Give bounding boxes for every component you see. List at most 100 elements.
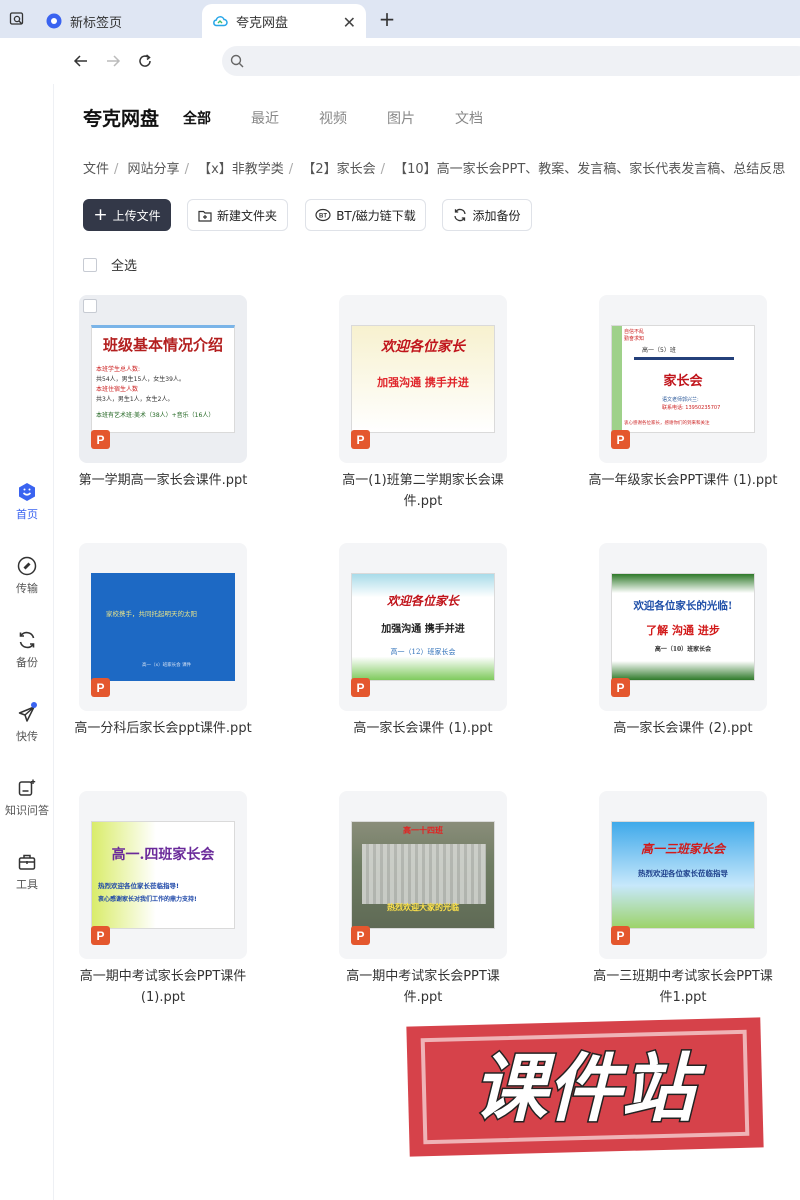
tab-documents[interactable]: 文档 [455, 108, 483, 128]
file-card[interactable]: 欢迎各位家长 加强沟通 携手并进 P [339, 295, 507, 463]
tab-all[interactable]: 全部 [183, 108, 211, 128]
svg-text:课件站: 课件站 [473, 1046, 706, 1132]
file-thumbnail: 高一.四班家长会 热烈欢迎各位家长莅临指导! 衷心感谢家长对我们工作的鼎力支持! [91, 821, 235, 929]
tab-label: 夸克网盘 [236, 15, 289, 31]
tab-recent[interactable]: 最近 [251, 108, 279, 128]
file-card[interactable]: 欢迎各位家长 加强沟通 携手并进 高一（12）班家长会 P [339, 543, 507, 711]
file-thumbnail: 欢迎各位家长的光临! 了解 沟通 进步 高一（10）班家长会 [611, 573, 755, 681]
tab-search-icon [9, 12, 24, 25]
file-thumbnail: 高一十四班 热烈欢迎大家的光临 [351, 821, 495, 929]
rail-label: 快传 [16, 730, 38, 743]
rail-item-transfer[interactable]: 传输 [0, 556, 54, 596]
ppt-file-icon: P [351, 678, 370, 697]
rail-item-quick-send[interactable]: 快传 [0, 702, 54, 744]
ppt-file-icon: P [91, 430, 110, 449]
rail-label: 工具 [16, 878, 38, 891]
tab-search-button[interactable] [4, 6, 30, 32]
search-icon [230, 54, 244, 68]
forward-button[interactable] [102, 50, 124, 72]
breadcrumb-current: 【10】高一家长会PPT、教案、发言稿、家长代表发言稿、总结反思 [394, 162, 786, 177]
breadcrumb-item[interactable]: 文件 [83, 162, 109, 177]
breadcrumb-item[interactable]: 【x】非教学类 [198, 162, 284, 177]
address-bar [0, 38, 800, 84]
select-all-checkbox[interactable] [83, 257, 97, 272]
bt-icon: BT [315, 208, 331, 222]
file-thumbnail: 欢迎各位家长 加强沟通 携手并进 [351, 325, 495, 433]
file-card[interactable]: 班级基本情况介绍 本班学生总人数: 共54人，男生15人，女生39人。 本班住宿… [79, 295, 247, 463]
file-name[interactable]: 高一期中考试家长会PPT课件.ppt [328, 966, 518, 1008]
upload-button[interactable]: + 上传文件 [83, 199, 171, 231]
file-card[interactable]: 高一.四班家长会 热烈欢迎各位家长莅临指导! 衷心感谢家长对我们工作的鼎力支持!… [79, 791, 247, 959]
close-icon[interactable]: ✕ [343, 13, 356, 32]
rail-item-home[interactable]: 首页 [0, 482, 54, 522]
file-name[interactable]: 高一(1)班第二学期家长会课件.ppt [328, 470, 518, 512]
file-card[interactable]: 家校携手，共同托起明天的太阳 高一（x）班家长会 课件 P [79, 543, 247, 711]
rail-label: 备份 [16, 656, 38, 669]
notification-dot [31, 702, 37, 708]
cloud-icon [212, 13, 228, 29]
select-all[interactable]: 全选 [83, 255, 137, 274]
ppt-file-icon: P [611, 678, 630, 697]
breadcrumb-item[interactable]: 网站分享 [128, 162, 180, 177]
rail-label: 知识问答 [5, 804, 49, 817]
ppt-file-icon: P [91, 678, 110, 697]
ppt-file-icon: P [611, 926, 630, 945]
file-name[interactable]: 高一期中考试家长会PPT课件 (1).ppt [68, 966, 258, 1008]
rail-item-tools[interactable]: 工具 [0, 852, 54, 892]
file-checkbox[interactable] [83, 299, 97, 313]
select-all-label: 全选 [111, 259, 138, 274]
reload-button[interactable] [134, 50, 156, 72]
bt-download-button[interactable]: BT BT/磁力链下载 [305, 199, 426, 231]
plus-icon: + [93, 204, 108, 225]
breadcrumb: 文件 / 网站分享 / 【x】非教学类 / 【2】家长会 / 【10】高一家长会PPT、… [83, 162, 786, 177]
new-tab-button[interactable]: + [374, 6, 400, 32]
watermark-logo: 课件站 [472, 1045, 708, 1134]
left-nav-rail: 首页 传输 备份 快传 知识问答 工具 [0, 84, 54, 1200]
sync-icon [454, 208, 467, 222]
file-thumbnail: 班级基本情况介绍 本班学生总人数: 共54人，男生15人，女生39人。 本班住宿… [91, 325, 235, 433]
file-card[interactable]: 自信不乱 勤奋求知 高一（5）班 家长会 语文老师郭兴兰: 联系电话: 1395… [599, 295, 767, 463]
file-name[interactable]: 高一分科后家长会ppt课件.ppt [68, 718, 258, 739]
home-face-icon [19, 483, 35, 501]
file-card[interactable]: 欢迎各位家长的光临! 了解 沟通 进步 高一（10）班家长会 P [599, 543, 767, 711]
brand-title: 夸克网盘 [83, 108, 160, 130]
transfer-icon [17, 556, 37, 576]
tab-new-tab[interactable]: 新标签页 [40, 4, 200, 38]
ppt-file-icon: P [351, 430, 370, 449]
ppt-file-icon: P [91, 926, 110, 945]
file-name[interactable]: 第一学期高一家长会课件.ppt [68, 470, 258, 491]
file-thumbnail: 家校携手，共同托起明天的太阳 高一（x）班家长会 课件 [91, 573, 235, 681]
back-button[interactable] [70, 50, 92, 72]
breadcrumb-item[interactable]: 【2】家长会 [302, 162, 375, 177]
ppt-file-icon: P [351, 926, 370, 945]
reload-icon [139, 54, 151, 67]
tab-images[interactable]: 图片 [387, 108, 415, 128]
arrow-right-icon [107, 55, 121, 67]
file-name[interactable]: 高一家长会课件 (2).ppt [588, 718, 778, 739]
file-thumbnail: 欢迎各位家长 加强沟通 携手并进 高一（12）班家长会 [351, 573, 495, 681]
file-thumbnail: 自信不乱 勤奋求知 高一（5）班 家长会 语文老师郭兴兰: 联系电话: 1395… [611, 325, 755, 433]
file-thumbnail: 高一三班家长会 热烈欢迎各位家长莅临指导 [611, 821, 755, 929]
add-backup-button[interactable]: 添加备份 [442, 199, 532, 231]
new-folder-button[interactable]: 新建文件夹 [187, 199, 288, 231]
file-name[interactable]: 高一三班期中考试家长会PPT课件1.ppt [588, 966, 778, 1008]
file-card[interactable]: 高一三班家长会 热烈欢迎各位家长莅临指导 P [599, 791, 767, 959]
rail-item-backup[interactable]: 备份 [0, 630, 54, 670]
tab-quark-drive[interactable]: 夸克网盘 ✕ [202, 4, 366, 38]
rail-item-qa[interactable]: 知识问答 [0, 778, 54, 818]
tab-video[interactable]: 视频 [319, 108, 347, 128]
rail-label: 传输 [16, 582, 38, 595]
qa-icon [18, 779, 36, 796]
file-name[interactable]: 高一年级家长会PPT课件 (1).ppt [588, 470, 778, 491]
browser-logo-icon [46, 13, 62, 29]
arrow-left-icon [73, 55, 87, 67]
file-card[interactable]: 高一十四班 热烈欢迎大家的光临 P [339, 791, 507, 959]
rail-label: 首页 [16, 508, 38, 521]
plus-icon: + [378, 7, 396, 31]
tab-label: 新标签页 [70, 15, 123, 31]
file-name[interactable]: 高一家长会课件 (1).ppt [328, 718, 518, 739]
browser-tab-bar: 新标签页 夸克网盘 ✕ + [0, 0, 800, 38]
toolbox-icon [18, 854, 36, 870]
sync-icon [19, 631, 35, 649]
url-input[interactable] [222, 46, 800, 76]
